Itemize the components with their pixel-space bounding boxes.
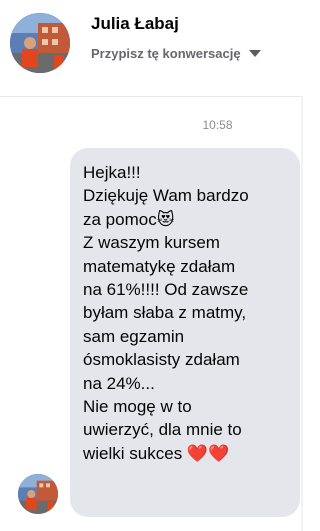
sender-photo xyxy=(18,474,58,514)
pin-conversation-button[interactable]: Przypisz tę konwersację xyxy=(91,44,261,62)
message-timestamp: 10:58 xyxy=(202,118,233,132)
scrollbar[interactable] xyxy=(301,96,303,531)
contact-photo xyxy=(10,13,70,73)
pin-conversation-label: Przypisz tę konwersację xyxy=(91,45,241,61)
header-divider xyxy=(0,96,303,97)
conversation-header: Julia Łabaj Przypisz tę konwersację xyxy=(0,0,303,78)
contact-name[interactable]: Julia Łabaj xyxy=(91,14,179,34)
message-text: Hejka!!! Dziękuję Wam bardzo za pomoc😻 Z… xyxy=(83,163,249,463)
contact-avatar[interactable] xyxy=(10,13,70,73)
message-bubble[interactable]: Hejka!!! Dziękuję Wam bardzo za pomoc😻 Z… xyxy=(70,148,300,517)
sender-avatar[interactable] xyxy=(18,474,58,514)
chevron-down-icon xyxy=(248,49,261,57)
